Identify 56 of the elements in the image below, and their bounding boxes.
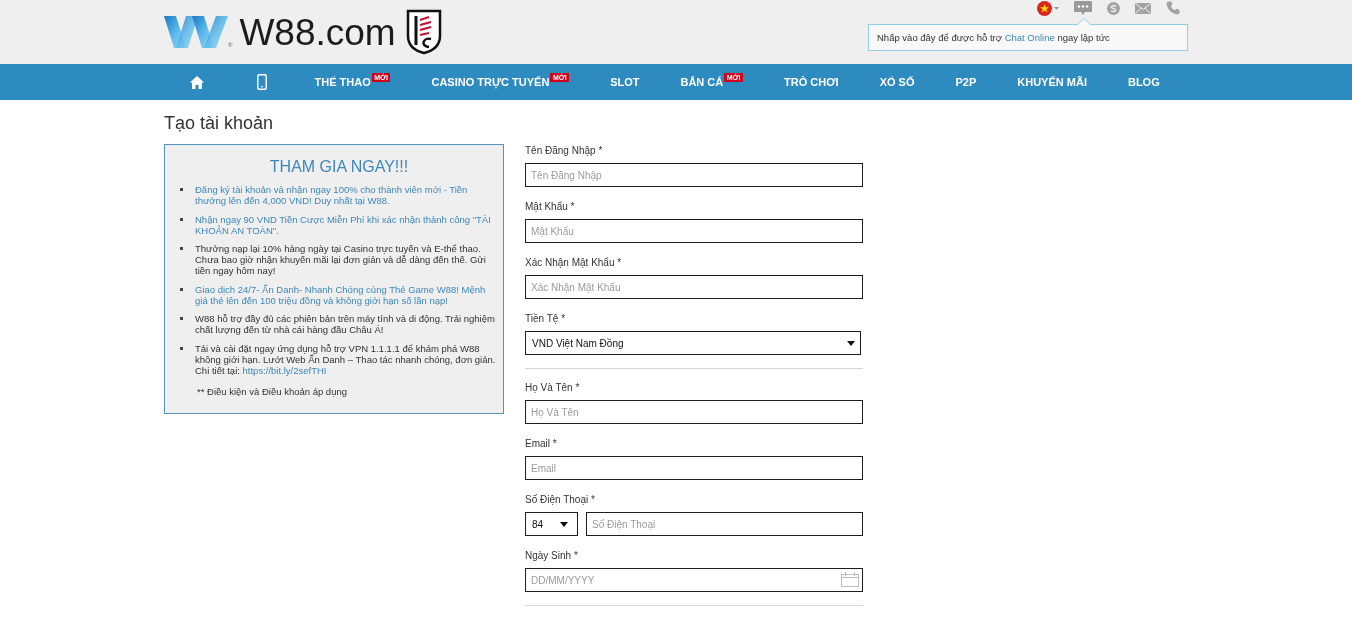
tooltip-text: Nhấp vào đây để được hỗ trợ Chat Online ngay lập tức: [877, 32, 1110, 43]
currency-select[interactable]: VND Việt Nam Đồng: [525, 331, 861, 355]
promo-link[interactable]: Giao dịch 24/7- Ẩn Danh- Nhanh Chóng cùng Thẻ Game W88! Mệnh giá thẻ lên đến 100 triệu đồng và không giới hạn số lần nạp!: [195, 283, 496, 306]
w-logo-icon: [164, 16, 228, 48]
field-label: Ngày Sinh *: [525, 549, 579, 563]
bullet-icon: [180, 346, 183, 350]
caret-icon: [847, 340, 855, 346]
promo-text: W88 hỗ trợ đầy đủ các phiên bản trên máy tính và di động. Trải nghiệm chất lượng đến từ nhà cái hàng đầu Châu Á!: [195, 313, 496, 335]
details-link[interactable]: https://bit.ly/2sefTHI: [242, 364, 327, 376]
caret-icon: [1054, 6, 1059, 10]
date-input[interactable]: DD/MM/YYYY: [525, 568, 863, 592]
nav-tab[interactable]: TRÒ CHƠI: [763, 64, 860, 100]
caret-icon: [560, 521, 568, 527]
text-input[interactable]: Email: [525, 456, 863, 480]
field-label: Họ Và Tên *: [525, 381, 581, 395]
promo-text: Thưởng nạp lại 10% hàng ngày tại Casino trực tuyến và E-thể thao. Chưa bao giờ nhận khuyến mãi lại đơn giản và dễ dàng đến thế. Gửi tiền ngay hôm nay!: [195, 243, 487, 276]
bullet-icon: [180, 317, 183, 320]
country-code-select[interactable]: 84: [525, 512, 578, 536]
crest-icon: [405, 9, 442, 55]
nav-tab[interactable]: KHUYẾN MÃI: [996, 64, 1108, 100]
text-input[interactable]: Mật Khẩu: [525, 219, 863, 243]
field-label: Mật Khẩu *: [525, 200, 576, 214]
page-title: Tạo tài khoản: [164, 112, 275, 134]
field-label: Tên Đăng Nhập *: [525, 144, 604, 158]
promo-link[interactable]: Nhận ngay 90 VND Tiền Cược Miễn Phí khi xác nhận thành công "TÀI KHOẢN AN TOÀN".: [195, 213, 496, 236]
nav-tab[interactable]: SLOT: [589, 64, 660, 100]
terms-note: ** Điều kiện và Điều khoản áp dụng: [197, 385, 348, 397]
nav-tab[interactable]: XỔ SỐ: [859, 64, 935, 100]
promo-link[interactable]: Đăng ký tài khoản và nhận ngay 100% cho thành viên mới - Tiền thưởng lên đến 4,000 VND! Duy nhất tại W88.: [195, 184, 496, 206]
calendar-icon[interactable]: [841, 572, 859, 587]
chat-bubble-icon[interactable]: [1074, 1, 1092, 15]
language-button[interactable]: [1037, 0, 1059, 16]
bullet-icon: [180, 247, 183, 250]
nav-tab[interactable]: P2P: [934, 64, 997, 100]
field-label: Xác Nhận Mật Khẩu *: [525, 256, 623, 270]
text-input[interactable]: Xác Nhận Mật Khẩu: [525, 275, 863, 299]
bullet-icon: [180, 287, 183, 291]
chat-online-link[interactable]: Chat Online: [1004, 32, 1055, 43]
bullet-icon: [180, 188, 183, 191]
logo-text: W88.com: [239, 13, 396, 51]
mobile-phone-icon: [256, 74, 267, 90]
nav-tab[interactable]: BLOG: [1107, 64, 1181, 100]
phone-input[interactable]: Số Điện Thoại: [586, 512, 863, 536]
text-input[interactable]: Tên Đăng Nhập: [525, 163, 863, 187]
phone-icon[interactable]: [1166, 1, 1180, 15]
s-circle-icon[interactable]: [1107, 1, 1120, 15]
flag-icon: [1037, 0, 1052, 16]
field-label: Email *: [525, 437, 558, 451]
field-label: Số Điện Thoại *: [525, 493, 596, 507]
field-label: Tiền Tệ *: [525, 312, 567, 326]
bullet-icon: [180, 217, 183, 221]
text-input[interactable]: Họ Và Tên: [525, 400, 863, 424]
promo-title: THAM GIA NGAY!!!: [268, 157, 410, 177]
promo-text: Tải và cài đặt ngay ứng dụng hỗ trợ VPN 1.1.1.1 để khám phá W88 không giới hạn. Lướt Web Ẩn Danh – Thao tác nhanh chóng, đơn giản. Chi tiết tại: https://bit.ly/2sefTHI: [195, 342, 496, 376]
home-icon: [189, 75, 204, 89]
mail-icon[interactable]: [1135, 2, 1151, 14]
